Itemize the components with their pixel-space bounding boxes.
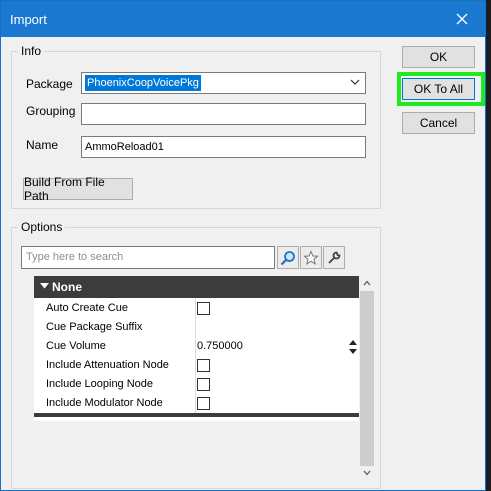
property-row-include-looping-node: Include Looping Node xyxy=(34,375,359,394)
build-from-file-path-button[interactable]: Build From File Path xyxy=(23,175,133,203)
search-input[interactable]: Type here to search xyxy=(21,246,275,269)
collapse-triangle-icon xyxy=(40,283,49,289)
close-button[interactable] xyxy=(439,1,485,37)
auto-create-cue-checkbox[interactable] xyxy=(197,302,210,315)
package-combo[interactable]: PhoenixCoopVoicePkg xyxy=(81,72,366,94)
include-looping-node-checkbox[interactable] xyxy=(197,378,210,391)
property-row-cue-package-suffix: Cue Package Suffix xyxy=(34,318,359,337)
package-value: PhoenixCoopVoicePkg xyxy=(85,75,201,91)
property-grid: None Auto Create Cue Cue Package Suffix … xyxy=(34,276,359,421)
grid-bottom-bar xyxy=(34,413,359,417)
search-button[interactable] xyxy=(277,246,299,269)
cue-volume-spinner[interactable] xyxy=(348,339,358,355)
search-icon xyxy=(280,250,295,265)
include-attenuation-node-checkbox[interactable] xyxy=(197,359,210,372)
window-title: Import xyxy=(10,12,47,27)
import-dialog: Import Info Package PhoenixCoopVoicePkg … xyxy=(0,0,486,491)
property-row-cue-volume: Cue Volume 0.750000 xyxy=(34,337,359,356)
scrollbar-thumb[interactable] xyxy=(360,291,374,466)
cue-volume-field[interactable]: 0.750000 xyxy=(197,340,243,352)
include-modulator-node-checkbox[interactable] xyxy=(197,397,210,410)
name-field[interactable]: AmmoReload01 xyxy=(81,136,366,158)
property-row-include-attenuation-node: Include Attenuation Node xyxy=(34,356,359,375)
category-label: None xyxy=(52,280,82,294)
grouping-field[interactable] xyxy=(81,103,366,125)
package-label: Package xyxy=(26,77,73,91)
name-label: Name xyxy=(26,138,59,152)
property-name: Include Modulator Node xyxy=(46,397,163,409)
grouping-label: Grouping xyxy=(26,104,76,118)
scroll-up-icon[interactable] xyxy=(363,280,371,286)
cue-package-suffix-field[interactable] xyxy=(197,321,347,335)
vertical-scrollbar[interactable] xyxy=(359,276,375,482)
options-group-label: Options xyxy=(18,220,66,234)
star-icon xyxy=(303,249,319,265)
ok-to-all-button[interactable]: OK To All xyxy=(402,78,475,100)
info-group-label: Info xyxy=(18,44,45,58)
title-bar: Import xyxy=(1,1,485,37)
cancel-button[interactable]: Cancel xyxy=(402,112,475,134)
ok-button[interactable]: OK xyxy=(402,46,475,68)
property-name: Include Attenuation Node xyxy=(46,359,169,371)
property-name: Auto Create Cue xyxy=(46,302,128,314)
scroll-down-icon[interactable] xyxy=(363,470,371,476)
property-name: Cue Volume xyxy=(46,340,106,352)
favorites-button[interactable] xyxy=(300,246,322,269)
property-row-auto-create-cue: Auto Create Cue xyxy=(34,299,359,318)
category-header-none[interactable]: None xyxy=(34,276,359,298)
property-name: Cue Package Suffix xyxy=(46,321,143,333)
chevron-down-icon xyxy=(350,79,360,85)
settings-wrench-icon xyxy=(328,251,341,264)
close-icon xyxy=(456,13,468,25)
property-name: Include Looping Node xyxy=(46,378,154,390)
property-row-include-modulator-node: Include Modulator Node xyxy=(34,394,359,413)
settings-button[interactable] xyxy=(323,246,345,269)
